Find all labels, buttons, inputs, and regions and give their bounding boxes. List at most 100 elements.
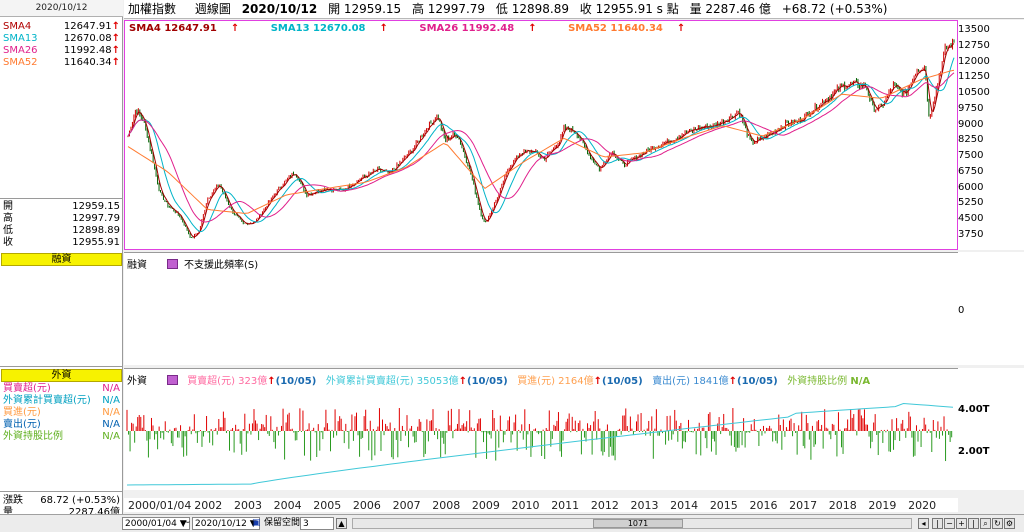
start-date-select[interactable]: 2000/01/04 ▼ — [122, 517, 190, 530]
sma13-value: 12670.08↑ — [63, 33, 120, 44]
left-info-panel: 2020/10/12 SMA4 12647.91↑ SMA13 12670.08… — [0, 0, 123, 532]
margin-y-axis: 0 — [958, 252, 1024, 365]
margin-panel-label: 融資 不支援此頻率(S) — [127, 259, 259, 271]
foreign-row-label: 外資持股比例 — [3, 431, 63, 442]
sma13-line — [127, 57, 955, 233]
x-axis-label: 2010 — [511, 499, 540, 512]
foreign-panel[interactable]: 外資 買賣超(元) 323億↑(10/05) 外資累計買賣超(元) 35053億… — [124, 368, 958, 490]
price-y-tick: 10500 — [958, 87, 990, 99]
low-label: 低 — [3, 225, 13, 236]
keep-space-input[interactable]: 3 — [300, 517, 334, 530]
legend-sma4: SMA4 12647.91 ↑ — [129, 23, 240, 34]
foreign-row-value: N/A — [102, 419, 120, 430]
price-y-tick: 12750 — [958, 40, 990, 51]
sma52-label: SMA52 — [3, 57, 38, 68]
high-row: 高 12997.79 — [3, 213, 120, 224]
high-label: 高 — [3, 213, 13, 224]
foreign-row-label: 買賣超(元) — [3, 383, 51, 394]
sma52-value: 11640.34↑ — [63, 57, 120, 68]
legend-sma13: SMA13 12670.08 ↑ — [270, 23, 388, 34]
divider — [0, 198, 123, 199]
sma26-line — [127, 72, 955, 223]
divider — [0, 491, 123, 492]
divider — [0, 366, 123, 367]
price-y-tick: 5250 — [958, 197, 984, 209]
sma4-value: 12647.91↑ — [63, 21, 120, 32]
x-axis-label: 2005 — [313, 499, 342, 512]
margin-panel[interactable]: 融資 不支援此頻率(S) — [124, 252, 958, 365]
legend-sell: 賣出(元) 1841億↑(10/05) — [652, 376, 778, 387]
foreign-row-label: 外資累計買賣超(元) — [3, 395, 91, 406]
foreign-row-label: 賣出(元) — [3, 419, 41, 430]
refresh-icon[interactable]: ↻ — [992, 518, 1003, 529]
settings-icon[interactable]: ⚙ — [1004, 518, 1015, 529]
price-chart[interactable] — [125, 21, 957, 249]
sma26-value: 11992.48↑ — [63, 45, 120, 56]
open-row: 開 12959.15 — [3, 201, 120, 212]
low-row: 低 12898.89 — [3, 225, 120, 236]
foreign-cumulative-line — [126, 402, 954, 486]
x-axis-label: 2007 — [392, 499, 421, 512]
open-value: 12959.15 — [72, 201, 120, 212]
sma-legend: SMA4 12647.91 ↑ SMA13 12670.08 ↑ SMA26 119… — [129, 23, 713, 34]
sma13-label: SMA13 — [3, 33, 38, 44]
foreign-row-label: 買進(元) — [3, 407, 41, 418]
quote-header: 加權指數 週線圖 2020/10/12 開 12959.15 高 12997.7… — [124, 0, 1024, 19]
foreign-y-axis: 4.00T 2.00T — [958, 368, 1024, 490]
keep-space-icon[interactable]: ▣ — [252, 517, 261, 530]
time-scrollbar[interactable]: 1071 — [352, 518, 912, 529]
x-axis-label: 2015 — [709, 499, 738, 512]
foreign-row-net: 買賣超(元) N/A — [3, 383, 120, 394]
price-y-tick: 6000 — [958, 181, 984, 193]
end-date-select[interactable]: 2020/10/12 ▼ — [192, 517, 260, 530]
zoom-in-button[interactable]: + — [956, 518, 967, 529]
first-button[interactable]: | — [932, 518, 943, 529]
sma4-row: SMA4 12647.91↑ — [3, 21, 120, 32]
sma26-label: SMA26 — [3, 45, 38, 56]
scroll-thumb[interactable]: 1071 — [593, 519, 683, 528]
close-label: 收 — [3, 237, 13, 248]
x-axis-label: 2018 — [828, 499, 857, 512]
period-label[interactable]: 週線圖 — [195, 2, 231, 16]
foreign-row-buy: 買進(元) N/A — [3, 407, 120, 418]
foreign-row-value: N/A — [102, 407, 120, 418]
price-y-tick: 8250 — [958, 134, 984, 146]
foreign-y-tick: 4.00T — [958, 404, 990, 415]
price-chart-panel[interactable]: SMA4 12647.91 ↑ SMA13 12670.08 ↑ SMA26 119… — [124, 20, 958, 250]
header-low: 低 12898.89 — [495, 2, 569, 16]
price-y-tick: 13500 — [958, 24, 990, 36]
x-axis-label: 2020 — [908, 499, 937, 512]
keep-space-spinner[interactable]: ▲ — [336, 518, 347, 529]
price-y-tick: 9000 — [958, 118, 984, 130]
change-value: 68.72 (+0.53%) — [40, 495, 120, 506]
x-axis-label: 2012 — [590, 499, 619, 512]
foreign-chart[interactable] — [124, 369, 958, 491]
sma4-label: SMA4 — [3, 21, 32, 32]
sma52-row: SMA52 11640.34↑ — [3, 57, 120, 68]
scroll-left-button[interactable]: ◂ — [918, 518, 929, 529]
foreign-section-header[interactable]: 外資 — [1, 369, 122, 382]
zoom-out-button[interactable]: − — [944, 518, 955, 529]
search-icon[interactable]: ⌕ — [980, 518, 991, 529]
x-axis-label: 2013 — [630, 499, 659, 512]
margin-section-header[interactable]: 融資 — [1, 253, 122, 266]
header-close: 收 12955.91 s 點 — [579, 2, 679, 16]
x-axis-label: 2008 — [432, 499, 461, 512]
legend-cumulative: 外資累計買賣超(元) 35053億↑(10/05) — [325, 376, 508, 387]
price-y-tick: 12000 — [958, 55, 990, 67]
price-y-tick: 11250 — [958, 71, 990, 83]
legend-holding: 外資持股比例 N/A — [787, 376, 871, 387]
x-axis-label: 2017 — [789, 499, 818, 512]
last-button[interactable]: | — [968, 518, 979, 529]
x-axis-label: 2014 — [670, 499, 699, 512]
x-axis-label: 2000/01/04 — [128, 499, 192, 512]
close-row: 收 12955.91 — [3, 237, 120, 248]
left-date: 2020/10/12 — [0, 0, 123, 17]
settings-icon[interactable] — [167, 259, 178, 269]
close-value: 12955.91 — [72, 237, 120, 248]
price-y-tick: 7500 — [958, 150, 984, 162]
settings-icon[interactable] — [167, 375, 178, 385]
low-value: 12898.89 — [72, 225, 120, 236]
foreign-row-sell: 賣出(元) N/A — [3, 419, 120, 430]
tilde-separator: ~ — [183, 518, 191, 528]
